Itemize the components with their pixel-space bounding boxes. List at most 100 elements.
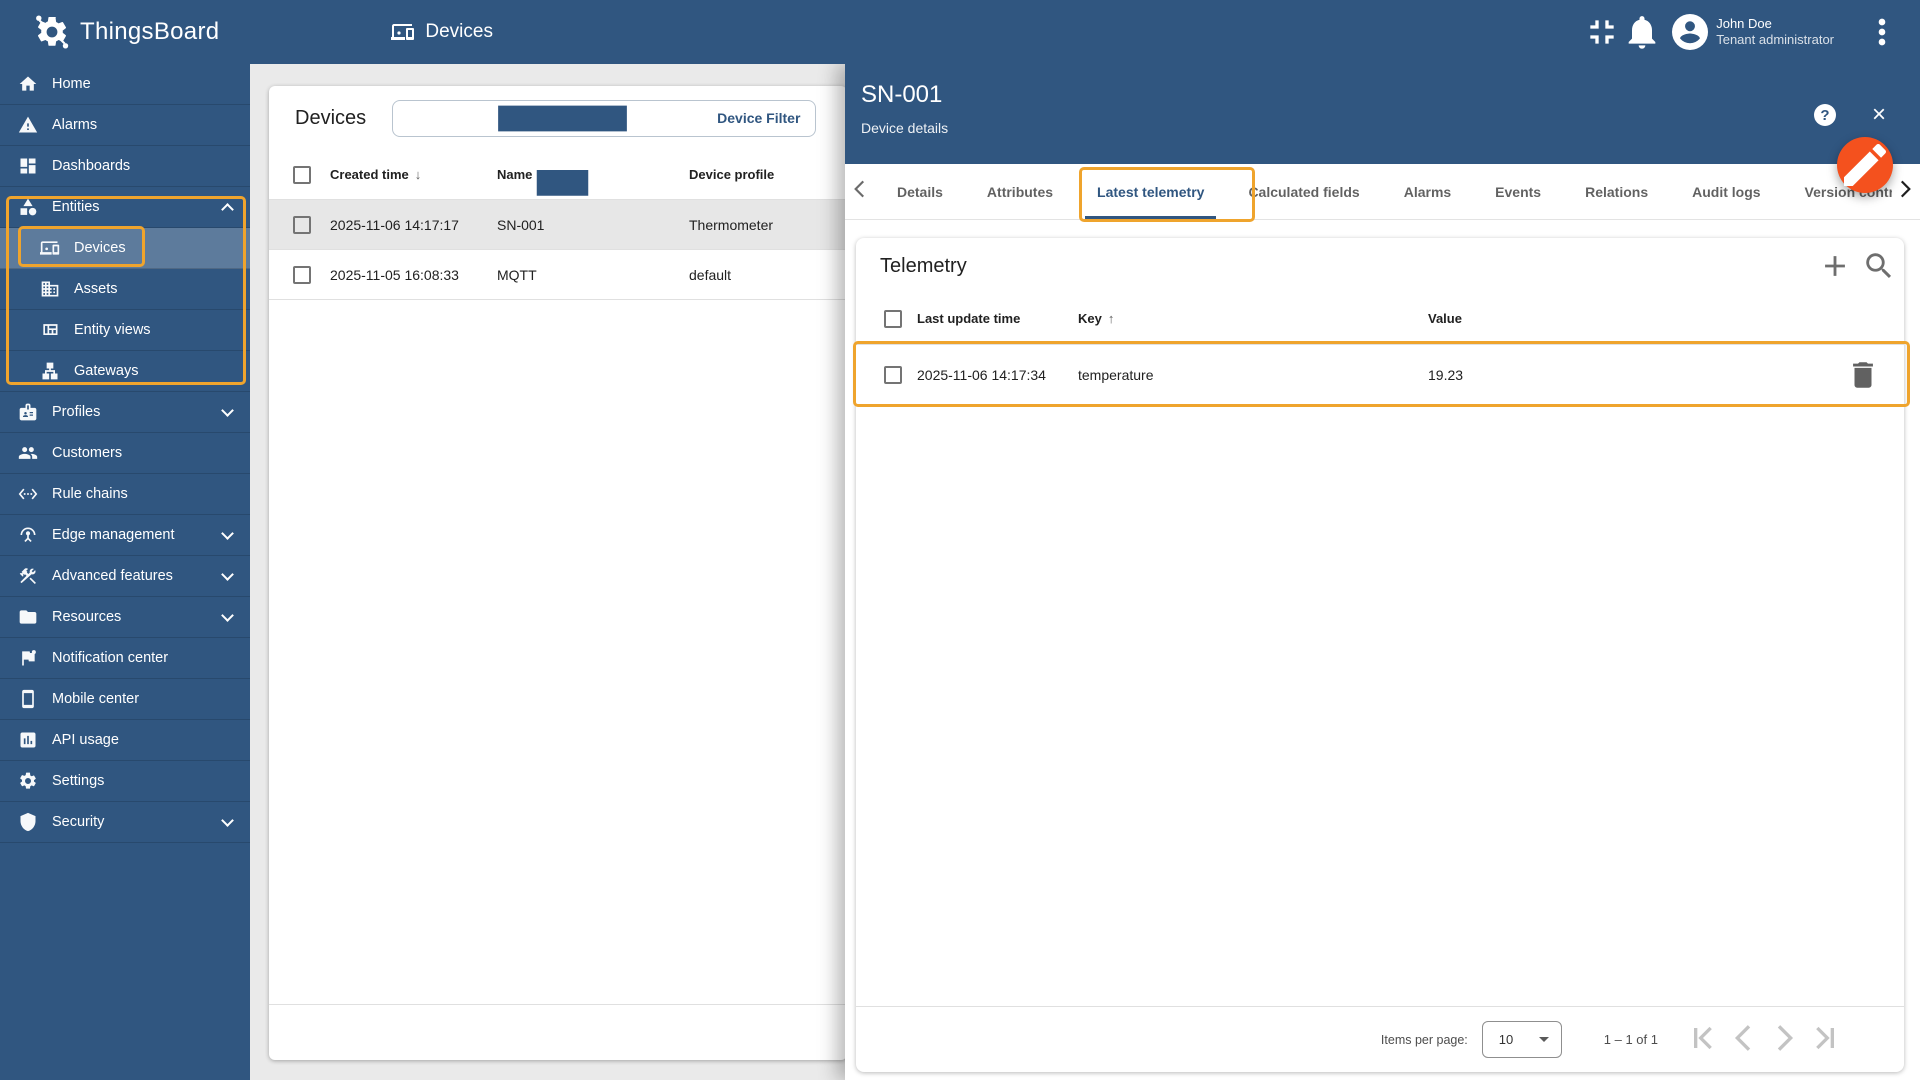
- sidebar-item-label: API usage: [52, 732, 119, 748]
- edge-management-icon: [18, 525, 38, 545]
- help-button[interactable]: ?: [1814, 104, 1836, 126]
- pencil-icon: [1837, 137, 1893, 193]
- sidebar-item-profiles[interactable]: Profiles: [0, 392, 250, 433]
- row-checkbox[interactable]: [884, 366, 902, 384]
- device-row-mqtt[interactable]: 2025-11-05 16:08:33 MQTT default: [269, 250, 847, 300]
- sort-up-icon: ↑: [1107, 311, 1115, 326]
- sidebar-item-devices[interactable]: Devices: [0, 228, 250, 269]
- sidebar-item-rule-chains[interactable]: Rule chains: [0, 474, 250, 515]
- tab-latest-telemetry[interactable]: Latest telemetry: [1075, 164, 1226, 219]
- sidebar-item-alarms[interactable]: Alarms: [0, 105, 250, 146]
- bell-icon: [1622, 12, 1662, 52]
- sidebar: Home Alarms Dashboards Entities Devices Asset…: [0, 64, 250, 1080]
- fullscreen-exit-button[interactable]: [1582, 12, 1622, 52]
- edit-device-fab[interactable]: [1837, 137, 1893, 193]
- column-key[interactable]: Key ↑: [1078, 311, 1114, 326]
- sidebar-item-mobile-center[interactable]: Mobile center: [0, 679, 250, 720]
- first-page-button[interactable]: [1684, 1020, 1724, 1060]
- search-button[interactable]: [1862, 249, 1896, 283]
- sidebar-item-advanced-features[interactable]: Advanced features: [0, 556, 250, 597]
- settings-icon: [18, 771, 38, 791]
- column-name[interactable]: Name: [497, 167, 532, 182]
- drawer-header: SN-001 Device details ? ×: [845, 64, 1920, 164]
- brand[interactable]: ThingsBoard: [34, 14, 219, 50]
- chevron-down-icon: [221, 526, 234, 540]
- user-name: John Doe: [1716, 15, 1772, 31]
- delete-button[interactable]: [1846, 358, 1880, 392]
- page-range-label: 1 – 1 of 1: [1603, 1032, 1658, 1047]
- sidebar-item-label: Resources: [52, 609, 122, 625]
- previous-page-button[interactable]: [1724, 1020, 1764, 1060]
- sidebar-item-dashboards[interactable]: Dashboards: [0, 146, 250, 187]
- telemetry-row-temperature[interactable]: 2025-11-06 14:17:34 temperature 19.23: [856, 344, 1904, 406]
- next-page-button[interactable]: [1764, 1020, 1804, 1060]
- tab-attributes[interactable]: Attributes: [965, 164, 1075, 219]
- assets-icon: [40, 279, 60, 299]
- sidebar-item-label: Dashboards: [52, 158, 131, 174]
- select-all-checkbox[interactable]: [884, 309, 902, 328]
- cell-created-time: 2025-11-06 14:17:17: [330, 216, 459, 233]
- home-icon: [18, 74, 38, 94]
- profiles-icon: [18, 402, 38, 422]
- row-checkbox[interactable]: [293, 215, 311, 234]
- column-last-update-time[interactable]: Last update time: [917, 311, 1020, 326]
- cell-key: temperature: [1078, 367, 1154, 383]
- close-icon[interactable]: ×: [1866, 102, 1892, 128]
- row-checkbox[interactable]: [293, 265, 311, 284]
- chevron-down-icon: [221, 403, 234, 417]
- avatar[interactable]: [1672, 14, 1709, 50]
- sidebar-item-assets[interactable]: Assets: [0, 269, 250, 310]
- sidebar-item-api-usage[interactable]: API usage: [0, 720, 250, 761]
- sidebar-item-resources[interactable]: Resources: [0, 597, 250, 638]
- user-info[interactable]: John Doe Tenant administrator: [1716, 16, 1834, 49]
- device-filter-button[interactable]: Device Filter: [392, 99, 817, 196]
- tab-details[interactable]: Details: [875, 164, 965, 219]
- devices-icon: [40, 238, 60, 258]
- resources-icon: [18, 607, 38, 627]
- chevron-down-icon: [221, 567, 234, 581]
- column-device-profile[interactable]: Device profile: [689, 167, 774, 182]
- select-all-checkbox[interactable]: [293, 165, 311, 184]
- sidebar-item-entities[interactable]: Entities: [0, 187, 250, 228]
- sidebar-item-settings[interactable]: Settings: [0, 761, 250, 802]
- sidebar-item-label: Settings: [52, 773, 105, 789]
- sidebar-item-notification-center[interactable]: Notification center: [0, 638, 250, 679]
- last-page-button[interactable]: [1804, 1020, 1844, 1060]
- sidebar-item-home[interactable]: Home: [0, 64, 250, 105]
- chevron-left-icon: [1724, 1018, 1764, 1061]
- devices-table-header: Created time ↓ Name Device profile: [269, 150, 847, 200]
- column-value[interactable]: Value: [1428, 311, 1462, 326]
- sidebar-item-security[interactable]: Security: [0, 802, 250, 843]
- tab-audit-logs[interactable]: Audit logs: [1670, 164, 1782, 219]
- sidebar-item-label: Entity views: [74, 322, 151, 338]
- sidebar-item-label: Home: [52, 76, 91, 92]
- customers-icon: [18, 443, 38, 463]
- tab-relations[interactable]: Relations: [1563, 164, 1670, 219]
- add-telemetry-button[interactable]: [1818, 249, 1852, 283]
- sidebar-item-label: Profiles: [52, 404, 101, 420]
- last-page-icon: [1804, 1018, 1844, 1061]
- sidebar-item-entity-views[interactable]: Entity views: [0, 310, 250, 351]
- telemetry-card: Telemetry Last update time Key ↑ Value 20…: [856, 238, 1904, 1072]
- tab-calculated-fields[interactable]: Calculated fields: [1226, 164, 1381, 219]
- sidebar-item-label: Devices: [74, 240, 126, 256]
- page-size-select[interactable]: 10: [1481, 1021, 1562, 1058]
- notifications-button[interactable]: [1622, 12, 1662, 52]
- column-created-time[interactable]: Created time ↓: [330, 167, 421, 182]
- tab-events[interactable]: Events: [1473, 164, 1563, 219]
- device-row-sn001[interactable]: 2025-11-06 14:17:17 SN-001 Thermometer: [269, 200, 847, 250]
- entities-icon: [18, 197, 38, 217]
- items-per-page-label: Items per page:: [1380, 1032, 1468, 1047]
- tab-alarms[interactable]: Alarms: [1382, 164, 1473, 219]
- gateways-icon: [40, 361, 60, 381]
- sidebar-item-label: Advanced features: [52, 568, 173, 584]
- search-icon: [1862, 249, 1896, 283]
- more-menu-button[interactable]: [1862, 12, 1902, 52]
- cell-device-profile: Thermometer: [689, 216, 774, 233]
- tabs-scroll-left-button[interactable]: [847, 164, 873, 219]
- tabs-scroll-right-button[interactable]: [1892, 164, 1918, 219]
- sidebar-item-customers[interactable]: Customers: [0, 433, 250, 474]
- sidebar-item-gateways[interactable]: Gateways: [0, 351, 250, 392]
- sidebar-item-edge-management[interactable]: Edge management: [0, 515, 250, 556]
- page-title: Devices: [425, 21, 493, 42]
